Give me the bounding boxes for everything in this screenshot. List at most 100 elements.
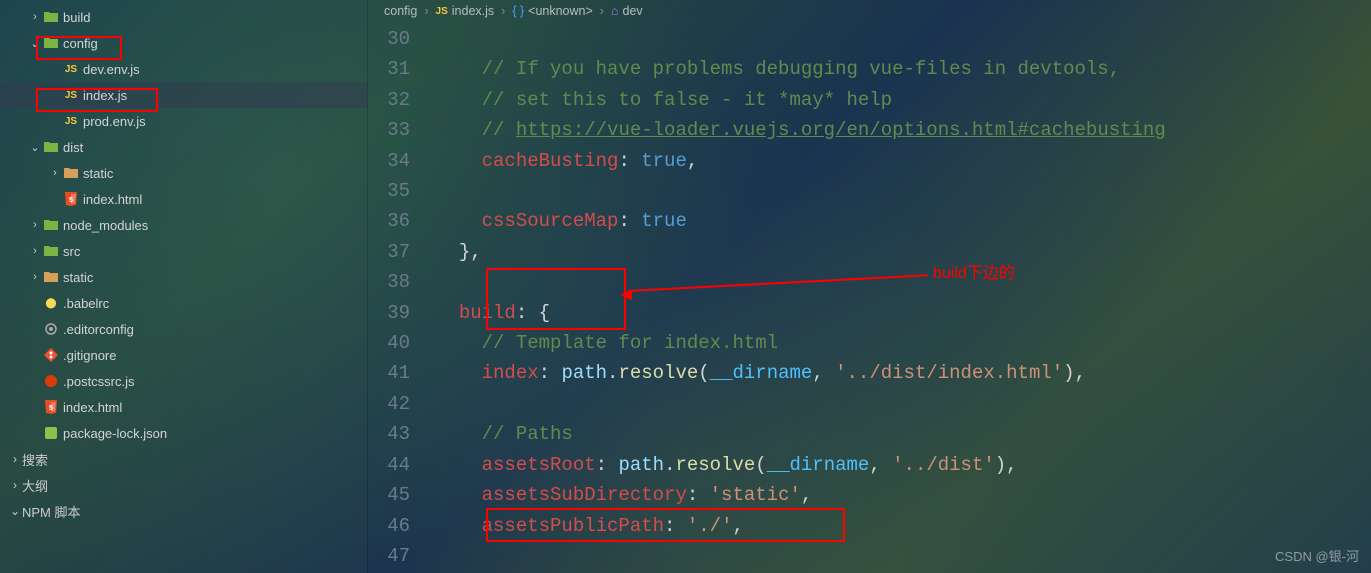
postcss-icon	[42, 373, 60, 389]
code-line[interactable]: // Paths	[436, 419, 1371, 449]
code-line[interactable]	[436, 267, 1371, 297]
code-line[interactable]: cssSourceMap: true	[436, 206, 1371, 236]
code-line[interactable]: // set this to false - it *may* help	[436, 85, 1371, 115]
panel-label: 搜索	[22, 450, 48, 469]
code-line[interactable]: cacheBusting: true,	[436, 146, 1371, 176]
panel-header[interactable]: ›搜索	[0, 446, 367, 472]
line-number: 41	[368, 358, 410, 388]
js-icon: JS	[62, 116, 80, 127]
code-line[interactable]: // https://vue-loader.vuejs.org/en/optio…	[436, 115, 1371, 145]
line-number: 44	[368, 450, 410, 480]
line-numbers: 303132333435363738394041424344454647	[368, 22, 436, 573]
tree-item-label: .editorconfig	[63, 322, 134, 337]
folder-icon	[42, 139, 60, 155]
line-number: 38	[368, 267, 410, 297]
babel-icon: ⬤	[42, 298, 60, 309]
symbol-icon: { }	[512, 4, 524, 18]
code-line[interactable]	[436, 541, 1371, 571]
git-icon	[42, 347, 60, 363]
code-line[interactable]: assetsPublicPath: './',	[436, 511, 1371, 541]
code-content[interactable]: // If you have problems debugging vue-fi…	[436, 22, 1371, 573]
tree-item-prod-env-js[interactable]: JSprod.env.js	[0, 108, 367, 134]
code-area[interactable]: 303132333435363738394041424344454647 // …	[368, 22, 1371, 573]
html-icon: 5	[42, 399, 60, 415]
chevron-right-icon: ›	[501, 4, 505, 18]
chevron-icon: ›	[8, 452, 22, 466]
code-line[interactable]: build: {	[436, 298, 1371, 328]
code-line[interactable]: index: path.resolve(__dirname, '../dist/…	[436, 358, 1371, 388]
tree-item-static[interactable]: ›static	[0, 264, 367, 290]
config-icon	[42, 321, 60, 337]
folder-icon	[42, 9, 60, 25]
watermark: CSDN @银-河	[1275, 546, 1359, 565]
html-icon: 5	[62, 191, 80, 207]
line-number: 33	[368, 115, 410, 145]
line-number: 39	[368, 298, 410, 328]
line-number: 47	[368, 541, 410, 571]
method-icon: ⌂	[611, 4, 619, 18]
editor: config › JS index.js › { } <unknown> › ⌂…	[368, 0, 1371, 573]
tree-item-label: build	[63, 10, 90, 25]
breadcrumb-item[interactable]: index.js	[452, 4, 494, 18]
line-number: 42	[368, 389, 410, 419]
tree-item-label: prod.env.js	[83, 114, 146, 129]
tree-item-label: .postcssrc.js	[63, 374, 135, 389]
code-line[interactable]	[436, 389, 1371, 419]
line-number: 36	[368, 206, 410, 236]
line-number: 30	[368, 24, 410, 54]
line-number: 31	[368, 54, 410, 84]
tree-item-label: package-lock.json	[63, 426, 167, 441]
tree-item-label: static	[63, 270, 93, 285]
code-line[interactable]: // Template for index.html	[436, 328, 1371, 358]
chevron-icon: ⌄	[28, 37, 42, 50]
tree-item-src[interactable]: ›src	[0, 238, 367, 264]
tree-item-package-lock-json[interactable]: package-lock.json	[0, 420, 367, 446]
line-number: 40	[368, 328, 410, 358]
tree-item-index-html[interactable]: 5index.html	[0, 394, 367, 420]
tree-item-dist[interactable]: ⌄ dist	[0, 134, 367, 160]
line-number: 34	[368, 146, 410, 176]
chevron-right-icon: ›	[600, 4, 604, 18]
folder-icon	[62, 165, 80, 181]
js-icon: JS	[436, 6, 448, 17]
code-line[interactable]: assetsSubDirectory: 'static',	[436, 480, 1371, 510]
tree-item-dev-env-js[interactable]: JSdev.env.js	[0, 56, 367, 82]
tree-item-node_modules[interactable]: ›node_modules	[0, 212, 367, 238]
line-number: 35	[368, 176, 410, 206]
code-line[interactable]	[436, 24, 1371, 54]
code-line[interactable]	[436, 176, 1371, 206]
tree-item--babelrc[interactable]: ⬤.babelrc	[0, 290, 367, 316]
tree-item--editorconfig[interactable]: .editorconfig	[0, 316, 367, 342]
breadcrumb-item[interactable]: <unknown>	[528, 4, 593, 18]
tree-item-label: config	[63, 36, 98, 51]
folder-icon	[42, 243, 60, 259]
tree-item-static[interactable]: ›static	[0, 160, 367, 186]
file-explorer: ›build⌄configJSdev.env.jsJSindex.jsJSpro…	[0, 0, 368, 573]
js-icon: JS	[62, 90, 80, 101]
tree-item-label: src	[63, 244, 80, 259]
svg-text:5: 5	[69, 197, 73, 204]
json-icon	[42, 425, 60, 441]
breadcrumb-item[interactable]: dev	[623, 4, 643, 18]
code-line[interactable]: },	[436, 237, 1371, 267]
panel-header[interactable]: ›大纲	[0, 472, 367, 498]
tree-item-label: .gitignore	[63, 348, 116, 363]
panel-header[interactable]: ⌄NPM 脚本	[0, 498, 367, 524]
chevron-icon: ⌄	[8, 504, 22, 518]
line-number: 46	[368, 511, 410, 541]
panel-label: 大纲	[22, 476, 48, 495]
code-line[interactable]: assetsRoot: path.resolve(__dirname, '../…	[436, 450, 1371, 480]
tree-item-label: dist	[63, 140, 83, 155]
tree-item-build[interactable]: ›build	[0, 4, 367, 30]
tree-item--postcssrc-js[interactable]: .postcssrc.js	[0, 368, 367, 394]
tree-item-index-html[interactable]: 5index.html	[0, 186, 367, 212]
breadcrumb-item[interactable]: config	[384, 4, 417, 18]
tree-item-label: index.html	[63, 400, 122, 415]
tree-item-index-js[interactable]: JSindex.js	[0, 82, 367, 108]
tree-item-config[interactable]: ⌄ config	[0, 30, 367, 56]
chevron-icon: ⌄	[28, 141, 42, 154]
tree-item-label: static	[83, 166, 113, 181]
breadcrumb[interactable]: config › JS index.js › { } <unknown> › ⌂…	[368, 0, 1371, 22]
tree-item--gitignore[interactable]: .gitignore	[0, 342, 367, 368]
code-line[interactable]: // If you have problems debugging vue-fi…	[436, 54, 1371, 84]
